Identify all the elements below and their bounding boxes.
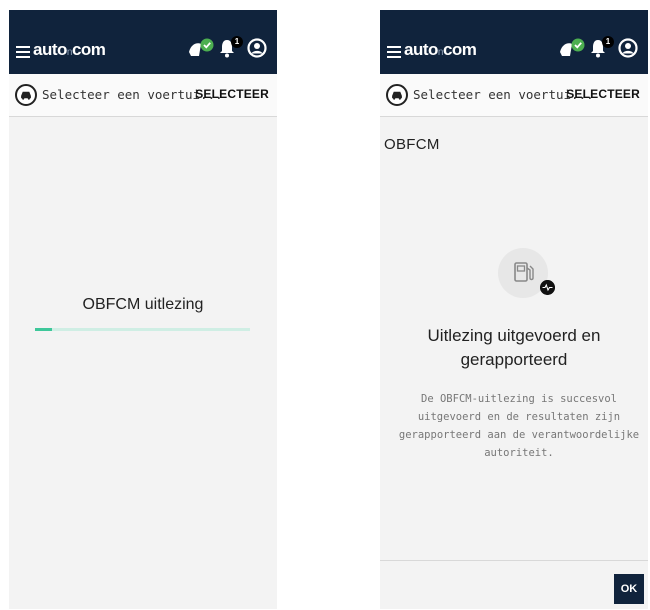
loading-title: OBFCM uitlezing <box>82 296 204 313</box>
brand-logo: autoncom <box>33 40 106 59</box>
menu-icon[interactable] <box>16 46 30 60</box>
progress-fill <box>35 328 53 331</box>
select-vehicle-button[interactable]: SELECTEER <box>566 87 640 101</box>
menu-icon[interactable] <box>387 46 401 60</box>
section-title: OBFCM <box>384 136 440 153</box>
vehicle-selector-bar: Selecteer een voertui... SELECTEER <box>380 74 648 117</box>
app-header: autoncom 1 <box>380 10 648 74</box>
car-icon <box>386 84 408 106</box>
select-vehicle-button[interactable]: SELECTEER <box>195 87 269 101</box>
activity-icon <box>540 280 555 295</box>
car-icon <box>15 84 37 106</box>
footer-bar: OK <box>380 560 648 609</box>
ok-button[interactable]: OK <box>614 574 644 604</box>
vehicle-check-icon[interactable] <box>187 38 215 60</box>
account-icon[interactable] <box>618 38 638 58</box>
vehicle-selector-bar: Selecteer een voertui... SELECTEER <box>9 74 277 117</box>
notification-badge: 1 <box>602 36 614 48</box>
account-icon[interactable] <box>247 38 267 58</box>
vehicle-check-icon[interactable] <box>558 38 586 60</box>
notification-badge: 1 <box>231 36 243 48</box>
app-header: autoncom 1 <box>9 10 277 74</box>
brand-logo: autoncom <box>404 40 477 59</box>
app-screen-loading: autoncom 1 Selecteer een voertui... SELE… <box>9 10 277 609</box>
result-description: De OBFCM-uitlezing is succesvol uitgevoe… <box>398 393 640 459</box>
result-title: Uitlezing uitgevoerd en gerapporteerd <box>427 326 601 369</box>
app-screen-result: autoncom 1 Selecteer een voertui... SELE… <box>380 10 648 609</box>
progress-bar <box>35 328 250 331</box>
